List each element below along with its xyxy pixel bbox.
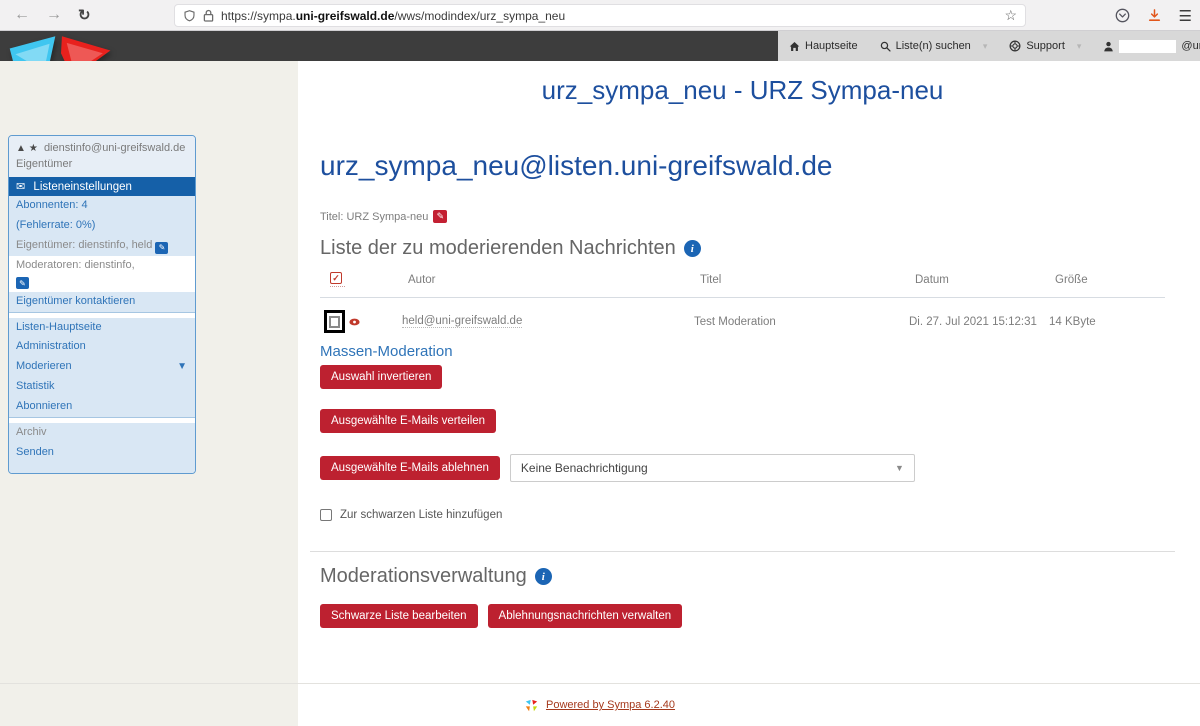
notification-select-value: Keine Benachrichtigung [521, 461, 648, 475]
left-column: ▲︎★ dienstinfo@uni-greifswald.de Eigentü… [0, 61, 298, 726]
message-date: Di. 27. Jul 2021 15:12:31 [909, 316, 1049, 328]
sidebar-item-eigentuemer-kontaktieren[interactable]: Eigentümer kontaktieren [9, 292, 195, 312]
moderation-list-heading: Liste der zu moderierenden Nachrichten i [320, 237, 1165, 260]
nav-item-support[interactable]: Support ▾ [998, 31, 1092, 61]
search-icon [880, 41, 891, 52]
page-title: urz_sympa_neu - URZ Sympa-neu [320, 75, 1165, 106]
url-text[interactable]: https://sympa.uni-greifswald.de/wws/modi… [221, 9, 997, 23]
list-title-row: Titel: URZ Sympa-neu ✎ [320, 210, 1165, 223]
nav-home-label: Hauptseite [805, 40, 858, 52]
menu-icon[interactable]: ☰ [1179, 7, 1192, 25]
top-navigation: Hauptseite Liste(n) suchen ▾ Support ▾ @… [778, 31, 1200, 61]
sidebar-menu: ▲︎★ dienstinfo@uni-greifswald.de Eigentü… [8, 135, 196, 474]
checked-checkbox-icon: ✓ [330, 272, 342, 284]
browser-toolbar: ← → ↻ https://sympa.uni-greifswald.de/ww… [0, 0, 1200, 31]
sidebar-item-abonnenten[interactable]: Abonnenten: 4 [9, 196, 195, 216]
sidebar-user-email: dienstinfo@uni-greifswald.de [44, 142, 185, 154]
chevron-down-icon: ▼ [895, 463, 904, 473]
col-header-titel: Titel [700, 274, 915, 286]
home-icon [789, 41, 800, 52]
support-icon [1009, 40, 1021, 52]
url-bar[interactable]: https://sympa.uni-greifswald.de/wws/modi… [174, 4, 1026, 27]
reload-icon[interactable]: ↻ [78, 6, 91, 24]
powered-by-link[interactable]: Powered by Sympa 6.2.40 [546, 699, 675, 711]
main-content: urz_sympa_neu - URZ Sympa-neu urz_sympa_… [298, 61, 1200, 726]
reject-row: Ausgewählte E-Mails ablehnen Keine Benac… [320, 454, 1165, 482]
sidebar-item-statistik[interactable]: Statistik [9, 377, 195, 397]
nav-item-home[interactable]: Hauptseite [778, 31, 869, 61]
page-footer: Powered by Sympa 6.2.40 [0, 683, 1200, 726]
info-icon[interactable]: i [535, 568, 552, 585]
edit-pencil-icon[interactable]: ✎ [16, 277, 29, 289]
sidebar-item-senden[interactable]: Senden [9, 443, 195, 473]
mass-moderation-heading: Massen-Moderation [320, 343, 1165, 360]
nav-support-label: Support [1026, 40, 1065, 52]
eye-icon[interactable] [349, 318, 360, 326]
sidebar-user-info: ▲︎★ dienstinfo@uni-greifswald.de Eigentü… [9, 136, 195, 177]
col-header-autor: Autor [408, 274, 700, 286]
user-icon [1103, 41, 1114, 52]
invert-selection-button[interactable]: Auswahl invertieren [320, 365, 442, 389]
distribute-emails-button[interactable]: Ausgewählte E-Mails verteilen [320, 409, 496, 433]
message-title: Test Moderation [694, 316, 909, 328]
blacklist-checkbox-row: Zur schwarzen Liste hinzufügen [320, 509, 1165, 521]
envelope-icon: ✉ [16, 181, 25, 193]
moderation-table: ✓ Autor Titel Datum Größe held@uni-greif… [320, 272, 1165, 335]
manage-rejection-messages-button[interactable]: Ablehnungsnachrichten verwalten [488, 604, 683, 628]
edit-pencil-icon[interactable]: ✎ [155, 242, 168, 254]
sidebar-item-listen-hauptseite[interactable]: Listen-Hauptseite [9, 318, 195, 338]
reject-emails-button[interactable]: Ausgewählte E-Mails ablehnen [320, 456, 500, 480]
sidebar-item-abonnieren[interactable]: Abonnieren [9, 397, 195, 417]
chevron-down-icon: ▾ [1077, 41, 1082, 52]
section-divider [310, 551, 1175, 552]
list-title-label: Titel: URZ Sympa-neu [320, 211, 428, 223]
shield-icon[interactable] [183, 9, 196, 23]
pocket-icon[interactable] [1115, 8, 1130, 23]
message-size: 14 KByte [1049, 316, 1165, 328]
back-icon[interactable]: ← [14, 6, 30, 24]
star-icon: ★ [29, 143, 38, 154]
sidebar-item-moderieren[interactable]: Moderieren ▼ [9, 357, 195, 377]
sidebar-user-role: Eigentümer [16, 158, 72, 170]
message-checkbox[interactable] [324, 310, 345, 333]
edit-blacklist-button[interactable]: Schwarze Liste bearbeiten [320, 604, 478, 628]
col-header-datum: Datum [915, 274, 1055, 286]
nav-user-domain: @uni-greifswald.de [1181, 40, 1200, 52]
nav-item-search-lists[interactable]: Liste(n) suchen ▾ [869, 31, 999, 61]
site-header: Hauptseite Liste(n) suchen ▾ Support ▾ @… [0, 31, 1200, 61]
blacklist-checkbox[interactable] [320, 509, 332, 521]
sidebar-item-eigentuemer: Eigentümer: dienstinfo, held ✎ [9, 236, 195, 256]
nav-item-user-account[interactable]: @uni-greifswald.de ▾ [1092, 31, 1200, 61]
download-icon[interactable] [1147, 8, 1162, 23]
info-icon[interactable]: i [684, 240, 701, 257]
moderation-management-heading: Moderationsverwaltung i [320, 565, 1165, 588]
list-address-heading: urz_sympa_neu@listen.uni-greifswald.de [320, 150, 1165, 182]
sympa-pinwheel-icon [525, 699, 538, 712]
sidebar-active-label: Listeneinstellungen [33, 181, 131, 193]
table-header-row: ✓ Autor Titel Datum Größe [320, 272, 1165, 298]
forward-icon[interactable]: → [46, 6, 62, 24]
notification-select[interactable]: Keine Benachrichtigung ▼ [510, 454, 915, 482]
lock-icon[interactable] [203, 9, 214, 22]
edit-title-icon[interactable]: ✎ [433, 210, 447, 223]
sidebar-item-listeneinstellungen[interactable]: ✉ Listeneinstellungen [9, 177, 195, 196]
user-icon: ▲︎ [16, 143, 26, 154]
redacted-username [1119, 40, 1176, 53]
sidebar-item-fehlerrate[interactable]: (Fehlerrate: 0%) [9, 216, 195, 236]
message-author[interactable]: held@uni-greifswald.de [402, 315, 522, 328]
sidebar-item-moderatoren: Moderatoren: dienstinfo, ✎ [9, 256, 195, 292]
bookmark-star-icon[interactable]: ☆ [1004, 7, 1017, 24]
sidebar-item-administration[interactable]: Administration [9, 337, 195, 357]
chevron-down-icon: ▾ [983, 41, 988, 52]
table-row: held@uni-greifswald.de Test Moderation D… [320, 298, 1165, 335]
blacklist-checkbox-label: Zur schwarzen Liste hinzufügen [340, 509, 502, 521]
chevron-down-icon: ▼ [177, 360, 187, 375]
management-buttons-row: Schwarze Liste bearbeiten Ablehnungsnach… [320, 604, 1165, 628]
col-header-groesse: Größe [1055, 274, 1165, 286]
sidebar-item-archiv: Archiv [9, 423, 195, 443]
nav-search-label: Liste(n) suchen [896, 40, 971, 52]
select-all-checkbox[interactable]: ✓ [330, 272, 345, 287]
